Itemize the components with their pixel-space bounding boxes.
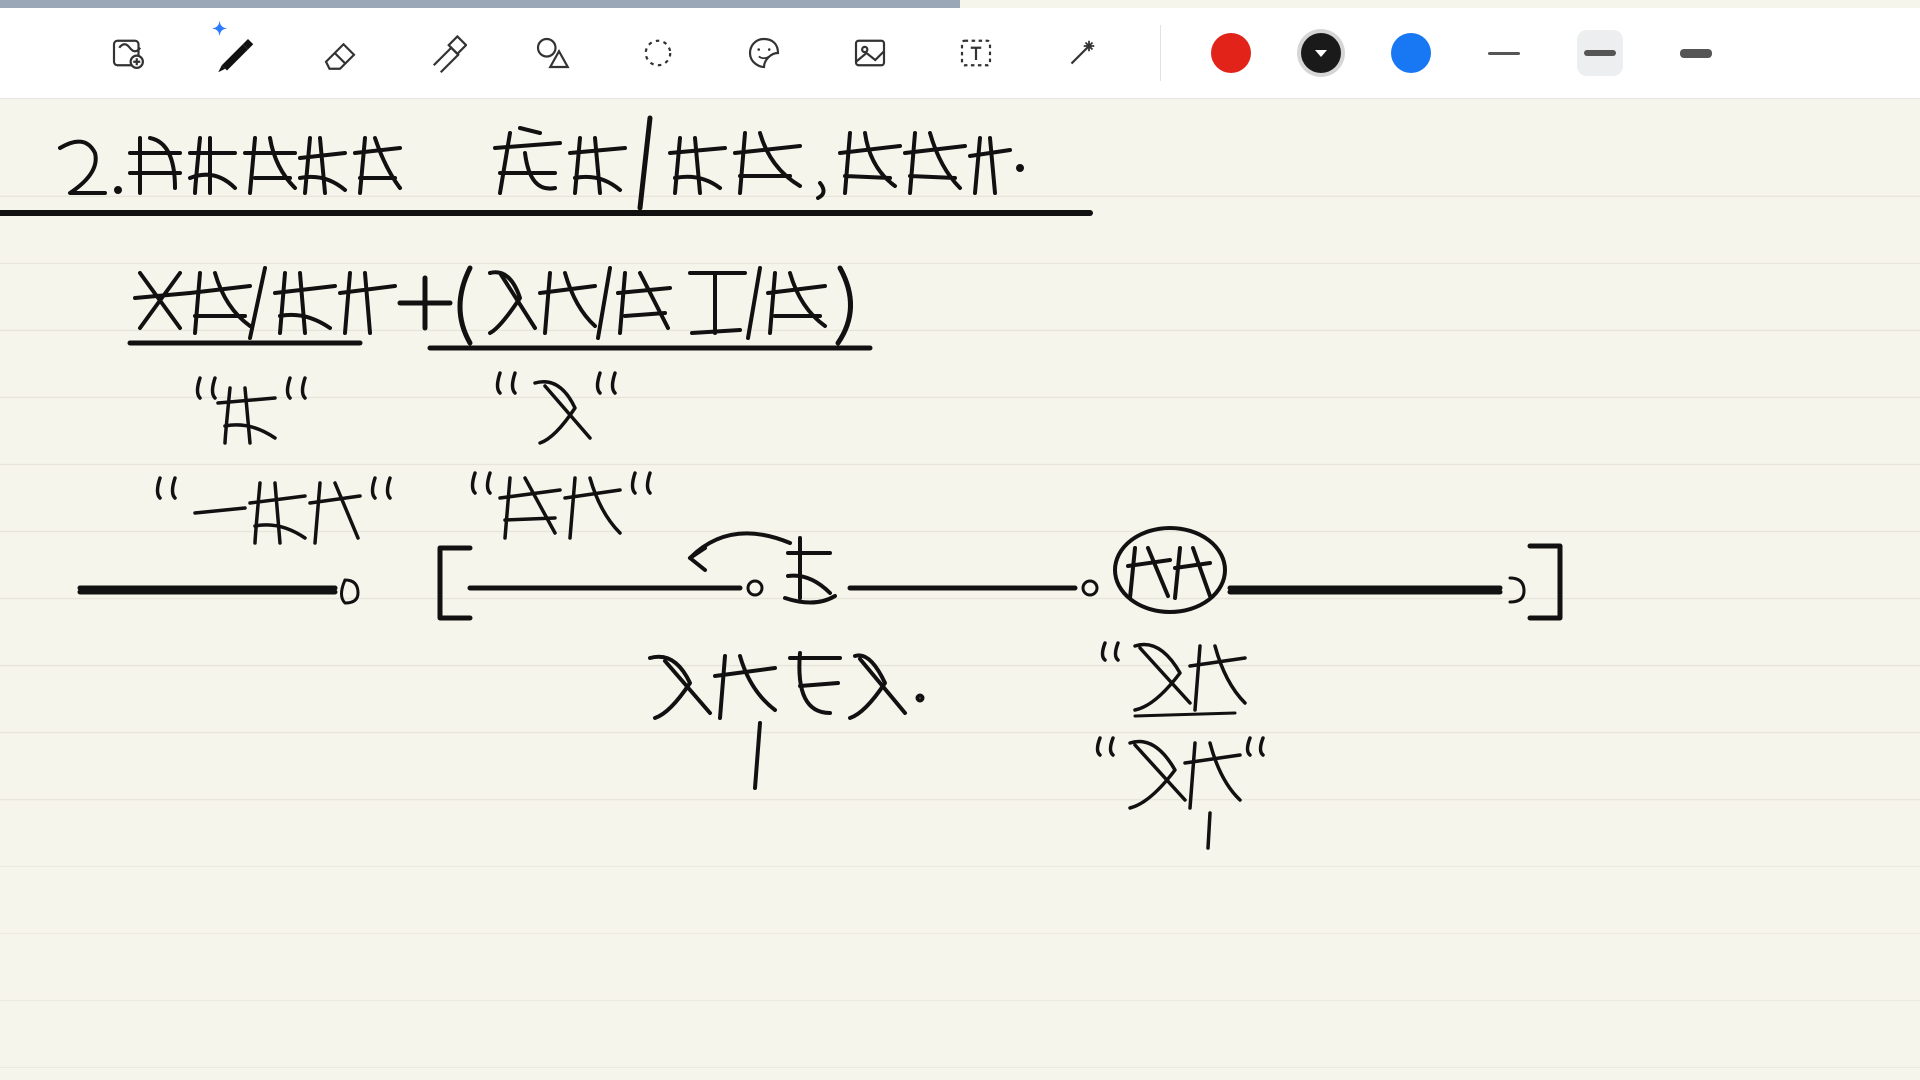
sticker-icon[interactable] [736, 25, 792, 81]
shapes-icon[interactable] [524, 25, 580, 81]
stroke-med[interactable] [1577, 30, 1623, 76]
add-page-icon[interactable] [100, 25, 156, 81]
handwriting-ink [0, 98, 1920, 1080]
magic-wand-icon[interactable] [1054, 25, 1110, 81]
pen-icon[interactable]: ✦ [206, 25, 262, 81]
image-icon[interactable] [842, 25, 898, 81]
note-canvas[interactable] [0, 98, 1920, 1080]
progress-bar [0, 0, 960, 8]
lasso-icon[interactable] [630, 25, 686, 81]
toolbar: ✦ [0, 8, 1920, 99]
color-black[interactable] [1301, 33, 1341, 73]
color-red[interactable] [1211, 33, 1251, 73]
stroke-thin[interactable] [1481, 30, 1527, 76]
color-blue[interactable] [1391, 33, 1431, 73]
text-box-icon[interactable] [948, 25, 1004, 81]
toolbar-separator [1160, 25, 1161, 81]
highlighter-icon[interactable] [418, 25, 474, 81]
bluetooth-icon: ✦ [212, 19, 227, 40]
eraser-icon[interactable] [312, 25, 368, 81]
stroke-thick[interactable] [1673, 30, 1719, 76]
